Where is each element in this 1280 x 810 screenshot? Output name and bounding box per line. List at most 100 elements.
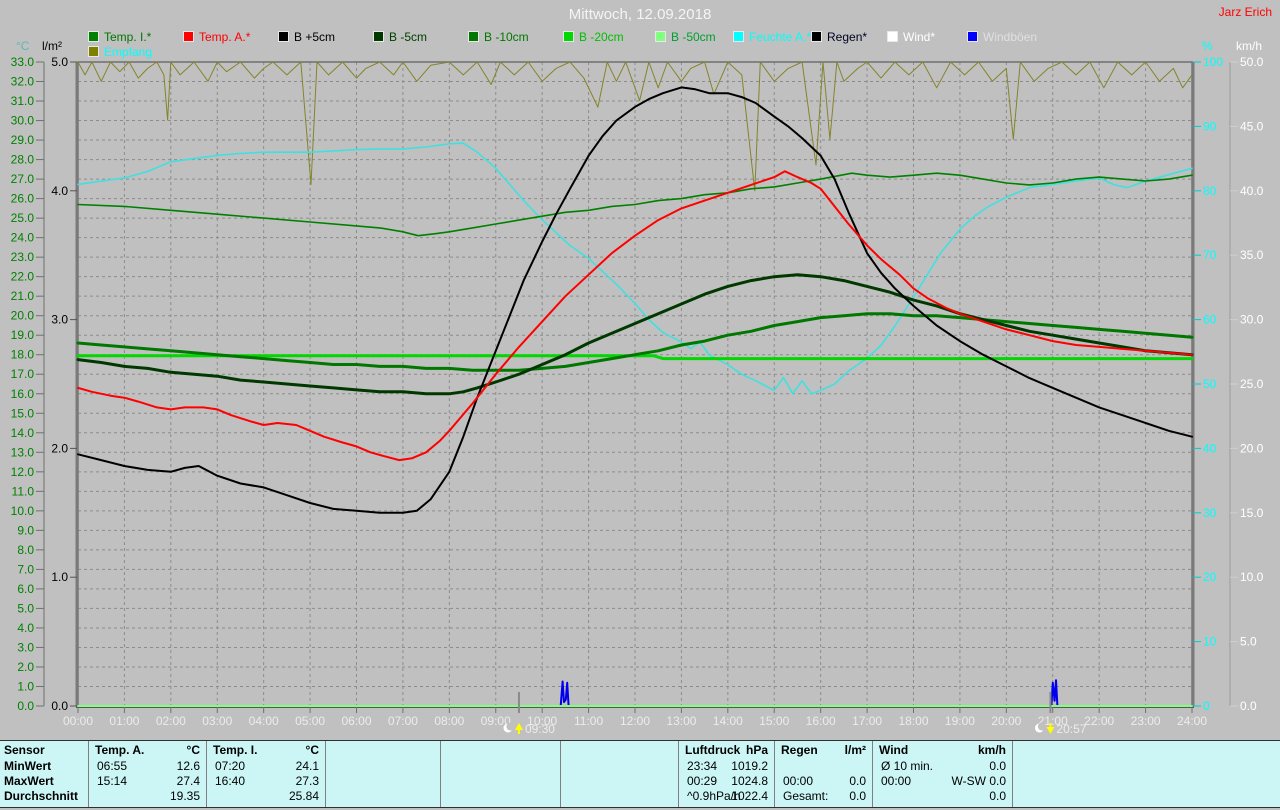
svg-text:28.0: 28.0 — [11, 153, 35, 167]
table-header-unit: °C — [305, 743, 319, 757]
table-cell-value: 0.0 — [849, 789, 866, 803]
table-cell-value: W-SW 0.0 — [951, 774, 1006, 788]
svg-text:00:00: 00:00 — [63, 714, 93, 728]
table-row-label: Durchschnitt — [4, 789, 79, 803]
table-section-column: Wind km/h Ø 10 min. 0.0 00:00 W-SW 0.0 0.0 — [872, 741, 1012, 807]
svg-text:08:00: 08:00 — [434, 714, 464, 728]
svg-text:23.0: 23.0 — [11, 250, 35, 264]
svg-text:15.0: 15.0 — [1240, 506, 1264, 520]
svg-text:5.0: 5.0 — [17, 601, 34, 615]
table-section-column — [325, 741, 440, 807]
table-header-unit: l/m² — [844, 743, 866, 757]
unit-wind: km/h — [1236, 39, 1262, 53]
svg-text:90: 90 — [1203, 119, 1217, 133]
axis-time-bottom: 00:00 01:00 02:00 03:00 04:00 05:00 06:00 07:00… — [63, 707, 1207, 728]
table-header: Temp. A. — [95, 743, 145, 757]
table-cell-time: 15:14 — [97, 774, 128, 788]
svg-text:10.0: 10.0 — [11, 504, 35, 518]
svg-text:24:00: 24:00 — [1177, 714, 1207, 728]
table-header: Wind — [879, 743, 909, 757]
table-cell-time: 07:20 — [215, 759, 246, 773]
grid — [78, 62, 1192, 706]
svg-text:8.0: 8.0 — [17, 543, 34, 557]
svg-text:15:00: 15:00 — [759, 714, 789, 728]
svg-text:24.0: 24.0 — [11, 231, 35, 245]
svg-text:80: 80 — [1203, 184, 1217, 198]
table-cell-time: 06:55 — [97, 759, 128, 773]
table-cell-value: 27.3 — [295, 774, 319, 788]
svg-text:50: 50 — [1203, 377, 1217, 391]
svg-text:2.0: 2.0 — [17, 660, 34, 674]
table-cell-value: 1024.8 — [731, 774, 768, 788]
table-header-unit: hPa — [745, 743, 768, 757]
svg-text:13:00: 13:00 — [666, 714, 696, 728]
svg-text:0.0: 0.0 — [1240, 699, 1257, 713]
svg-text:33.0: 33.0 — [11, 55, 35, 69]
svg-text:04:00: 04:00 — [249, 714, 279, 728]
svg-text:26.0: 26.0 — [11, 192, 35, 206]
svg-text:0.0: 0.0 — [51, 699, 68, 713]
weather-app-window: Mittwoch, 12.09.2018 Jarz Erich Temp. I.… — [0, 0, 1280, 810]
svg-text:30.0: 30.0 — [1240, 313, 1264, 327]
table-cell-value: 19.35 — [169, 789, 200, 803]
table-cell-time: 00:29 — [687, 774, 718, 788]
svg-text:25.0: 25.0 — [11, 211, 35, 225]
svg-text:50.0: 50.0 — [1240, 55, 1264, 69]
svg-text:22:00: 22:00 — [1084, 714, 1114, 728]
table-cell-value: 27.4 — [176, 774, 200, 788]
axis-humidity-right: 0 10 20 30 40 50 60 70 80 90 100 — [1193, 55, 1223, 713]
svg-text:16.0: 16.0 — [11, 387, 35, 401]
svg-text:4.0: 4.0 — [51, 184, 68, 198]
svg-text:18:00: 18:00 — [898, 714, 928, 728]
svg-text:30.0: 30.0 — [11, 114, 35, 128]
svg-text:5.0: 5.0 — [1240, 635, 1257, 649]
table-section-column: Luftdruck hPa 23:34 1019.2 00:29 1024.8 ^0.9hP… — [678, 741, 774, 807]
svg-text:30: 30 — [1203, 506, 1217, 520]
table-cell-time: Ø 10 min. — [881, 759, 934, 773]
svg-text:05:00: 05:00 — [295, 714, 325, 728]
table-section-column — [560, 741, 678, 807]
svg-text:25.0: 25.0 — [1240, 377, 1264, 391]
svg-text:07:00: 07:00 — [388, 714, 418, 728]
axis-temp-left: 0.0 1.0 2.0 3.0 4.0 5.0 6.0 7.0 8.0 9.0 10.0 11.0 12… — [11, 55, 45, 713]
svg-text:5.0: 5.0 — [51, 55, 68, 69]
svg-text:23:00: 23:00 — [1131, 714, 1161, 728]
svg-text:2.0: 2.0 — [51, 441, 68, 455]
svg-text:27.0: 27.0 — [11, 172, 35, 186]
svg-text:06:00: 06:00 — [341, 714, 371, 728]
svg-text:4.0: 4.0 — [17, 621, 34, 635]
table-cell-time: 00:00 — [881, 774, 912, 788]
table-section-column: Temp. I. °C 07:20 24.1 16:40 27.3 25.84 — [206, 741, 325, 807]
svg-text:1.0: 1.0 — [51, 570, 68, 584]
svg-text:16:00: 16:00 — [806, 714, 836, 728]
svg-text:100: 100 — [1203, 55, 1223, 69]
table-cell-value: 0.0 — [849, 774, 866, 788]
axis-wind-right: 0.0 5.0 10.0 15.0 20.0 25.0 30.0 35.0 40.0 45.0 50… — [1229, 55, 1264, 713]
table-section-column — [440, 741, 560, 807]
svg-text:11.0: 11.0 — [12, 484, 35, 498]
svg-text:40: 40 — [1203, 441, 1217, 455]
table-cell-value: 1019.2 — [731, 759, 768, 773]
table-row-label: MaxWert — [4, 774, 54, 788]
svg-text:3.0: 3.0 — [51, 313, 68, 327]
svg-text:21.0: 21.0 — [11, 289, 35, 303]
svg-text:0: 0 — [1203, 699, 1210, 713]
moonset-time: 20:57 — [1056, 722, 1086, 736]
svg-text:20:00: 20:00 — [991, 714, 1021, 728]
unit-pct: % — [1202, 39, 1213, 53]
summary-table: Sensor MinWert MaxWert Durchschnitt Temp. A.… — [0, 740, 1280, 808]
table-row-label: Sensor — [4, 743, 45, 757]
svg-text:19.0: 19.0 — [11, 328, 35, 342]
svg-text:03:00: 03:00 — [202, 714, 232, 728]
svg-text:13.0: 13.0 — [11, 445, 35, 459]
table-section-column: Regen l/m² 00:00 0.0 Gesamt: 0.0 — [774, 741, 872, 807]
moonrise-icon — [503, 722, 523, 734]
svg-text:12.0: 12.0 — [11, 465, 35, 479]
svg-text:20.0: 20.0 — [11, 309, 35, 323]
svg-text:29.0: 29.0 — [11, 133, 35, 147]
svg-text:10.0: 10.0 — [1240, 570, 1264, 584]
svg-text:1.0: 1.0 — [17, 679, 34, 693]
svg-text:12:00: 12:00 — [620, 714, 650, 728]
table-cell-time: Gesamt: — [783, 789, 829, 803]
unit-temp: °C — [16, 39, 30, 53]
